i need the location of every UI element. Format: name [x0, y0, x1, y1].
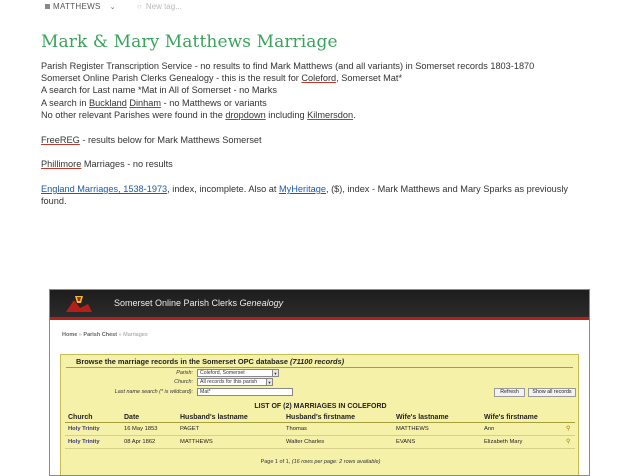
marriage-search-panel: Browse the marriage records in the Somer… [60, 354, 579, 475]
lastname-input[interactable]: Mat* [197, 388, 293, 396]
tag-icon [45, 4, 50, 9]
table-header-row: Church Date Husband's lastname Husband's… [65, 413, 575, 423]
tag-bar: MATTHEWS ⌄ ○ New tag... [0, 0, 640, 14]
breadcrumb: Home » Parish Chest » Marriages [62, 332, 148, 338]
note-line: England Marriages, 1538-1973, index, inc… [41, 183, 569, 207]
note-line: No other relevant Parishes were found in… [41, 109, 356, 120]
note-line: FreeREG - results below for Mark Matthew… [41, 134, 262, 145]
cell-husband-firstname: Walter Charles [283, 435, 393, 449]
magnifier-icon[interactable]: ⚲ [566, 439, 570, 445]
marriages-table: Church Date Husband's lastname Husband's… [65, 413, 575, 449]
parish-select[interactable]: Coleford, Somerset ▼ [197, 369, 279, 377]
parish-label: Parish: [176, 370, 193, 376]
cell-wife-firstname: Elizabeth Mary [481, 435, 563, 449]
cell-church: Holy Trinity [65, 435, 121, 449]
column-header: Husband's firstname [283, 413, 393, 423]
opc-logo-icon [66, 296, 92, 312]
tag-icon: ○ [137, 2, 142, 11]
myheritage-link[interactable]: MyHeritage [279, 184, 326, 194]
cell-wife-lastname: MATTHEWS [393, 422, 481, 436]
panel-title: Browse the marriage records in the Somer… [76, 357, 345, 366]
new-tag-input[interactable]: ○ New tag... [137, 2, 182, 11]
tag-chip[interactable]: MATTHEWS ⌄ [45, 2, 116, 11]
column-header: Date [121, 413, 177, 423]
refresh-button[interactable]: Refresh [494, 388, 525, 397]
column-header: Church [65, 413, 121, 423]
note-line: A search in Buckland Dinham - no Matthew… [41, 97, 267, 108]
note-line: Parish Register Transcription Service - … [41, 61, 535, 71]
cell-husband-firstname: Thomas [283, 422, 393, 436]
crumb-home[interactable]: Home [62, 332, 77, 338]
crumb-marriages: Marriages [123, 332, 148, 338]
show-all-records-button[interactable]: Show all records [528, 388, 576, 397]
column-header: Wife's firstname [481, 413, 563, 423]
note-body[interactable]: Parish Register Transcription Service - … [41, 60, 621, 207]
lastname-label: Last name search (* is wildcard): [114, 389, 193, 395]
chevron-down-icon[interactable]: ⌄ [110, 3, 116, 11]
note-line: A search for Last name *Mat in All of So… [41, 85, 277, 96]
cell-husband-lastname: MATTHEWS [177, 435, 283, 449]
table-row[interactable]: Holy Trinity 08 Apr 1862 MATTHEWS Walter… [65, 435, 575, 449]
pagination-info: Page 1 of 1, (16 rows per page: 2 rows a… [260, 459, 381, 465]
note-line: Phillimore Marriages - no results [41, 159, 173, 170]
list-title: LIST OF (2) MARRIAGES IN COLEFORD [254, 403, 387, 410]
cell-wife-firstname: Ann [481, 422, 563, 436]
chevron-down-icon[interactable]: ▼ [272, 369, 279, 377]
crumb-parish-chest[interactable]: Parish Chest [83, 332, 117, 338]
england-marriages-link[interactable]: England Marriages, 1538-1973 [41, 184, 167, 194]
cell-date: 16 May 1853 [121, 422, 177, 436]
magnifier-icon[interactable]: ⚲ [566, 426, 570, 432]
site-title: Somerset Online Parish Clerks Genealogy [114, 298, 284, 308]
note-line: Somerset Online Parish Clerks Genealogy … [41, 73, 403, 84]
embedded-screenshot: Somerset Online Parish Clerks Genealogy … [49, 289, 590, 476]
church-label: Church: [174, 379, 193, 385]
chevron-down-icon[interactable]: ▼ [266, 378, 273, 386]
column-header: Wife's lastname [393, 413, 481, 423]
page-title: Mark & Mary Matthews Marriage [41, 32, 338, 52]
new-tag-placeholder: New tag... [145, 2, 182, 11]
cell-wife-lastname: EVANS [393, 435, 481, 449]
cell-church: Holy Trinity [65, 422, 121, 436]
cell-date: 08 Apr 1862 [121, 435, 177, 449]
church-select[interactable]: All records for this parish ▼ [197, 378, 273, 386]
tag-label: MATTHEWS [53, 2, 101, 11]
site-header: Somerset Online Parish Clerks Genealogy [50, 290, 589, 317]
column-header: Husband's lastname [177, 413, 283, 423]
cell-husband-lastname: PAGET [177, 422, 283, 436]
table-row[interactable]: Holy Trinity 16 May 1853 PAGET Thomas MA… [65, 422, 575, 436]
